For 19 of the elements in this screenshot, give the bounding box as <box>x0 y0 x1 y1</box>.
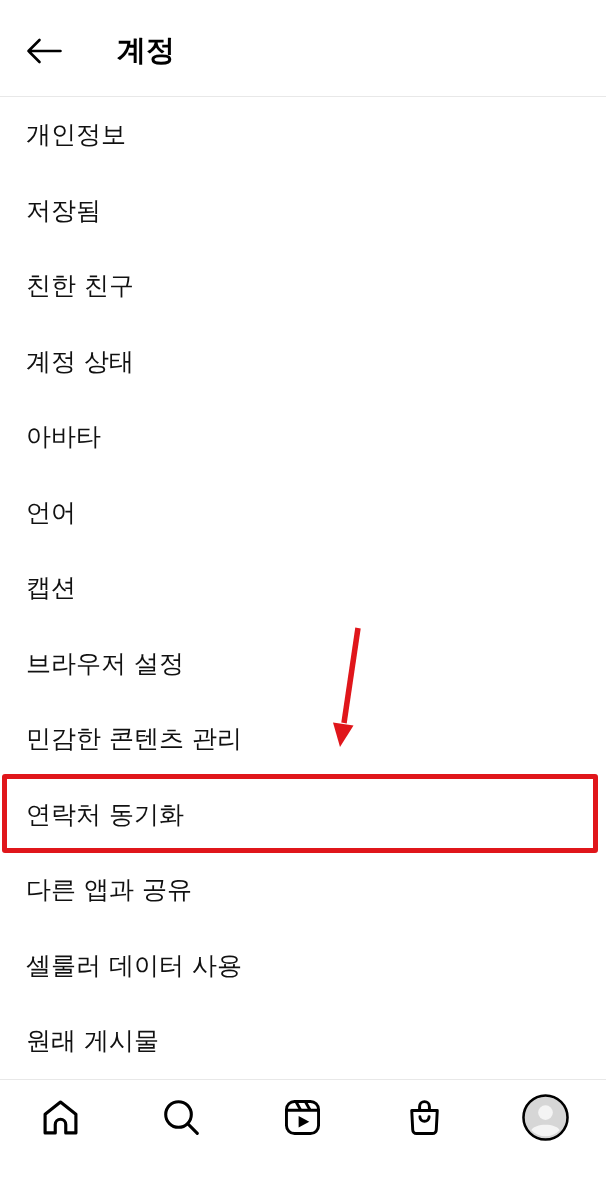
back-arrow-icon[interactable] <box>26 38 62 64</box>
menu-item[interactable]: 캡션 <box>0 550 606 626</box>
page-title: 계정 <box>117 32 175 69</box>
avatar-icon[interactable] <box>521 1094 569 1141</box>
menu-item[interactable]: 계정 상태 <box>0 323 606 399</box>
menu-item[interactable]: 언어 <box>0 474 606 550</box>
menu-item[interactable]: 브라우저 설정 <box>0 625 606 701</box>
menu-item[interactable]: 민감한 콘텐츠 관리 <box>0 701 606 777</box>
search-icon[interactable] <box>164 1100 200 1135</box>
reels-icon[interactable] <box>285 1100 321 1135</box>
menu-item[interactable]: 아바타 <box>0 399 606 475</box>
menu-item[interactable]: 친한 친구 <box>0 248 606 324</box>
menu-item[interactable]: 연락처 동기화 <box>0 776 606 852</box>
home-icon[interactable] <box>43 1100 79 1135</box>
menu-item[interactable]: 다른 앱과 공유 <box>0 852 606 928</box>
menu-item[interactable]: 셀룰러 데이터 사용 <box>0 927 606 1003</box>
menu-item[interactable]: 저장됨 <box>0 172 606 248</box>
menu-item[interactable]: 개인정보 <box>0 97 606 173</box>
menu-item[interactable]: 원래 게시물 <box>0 1003 606 1079</box>
